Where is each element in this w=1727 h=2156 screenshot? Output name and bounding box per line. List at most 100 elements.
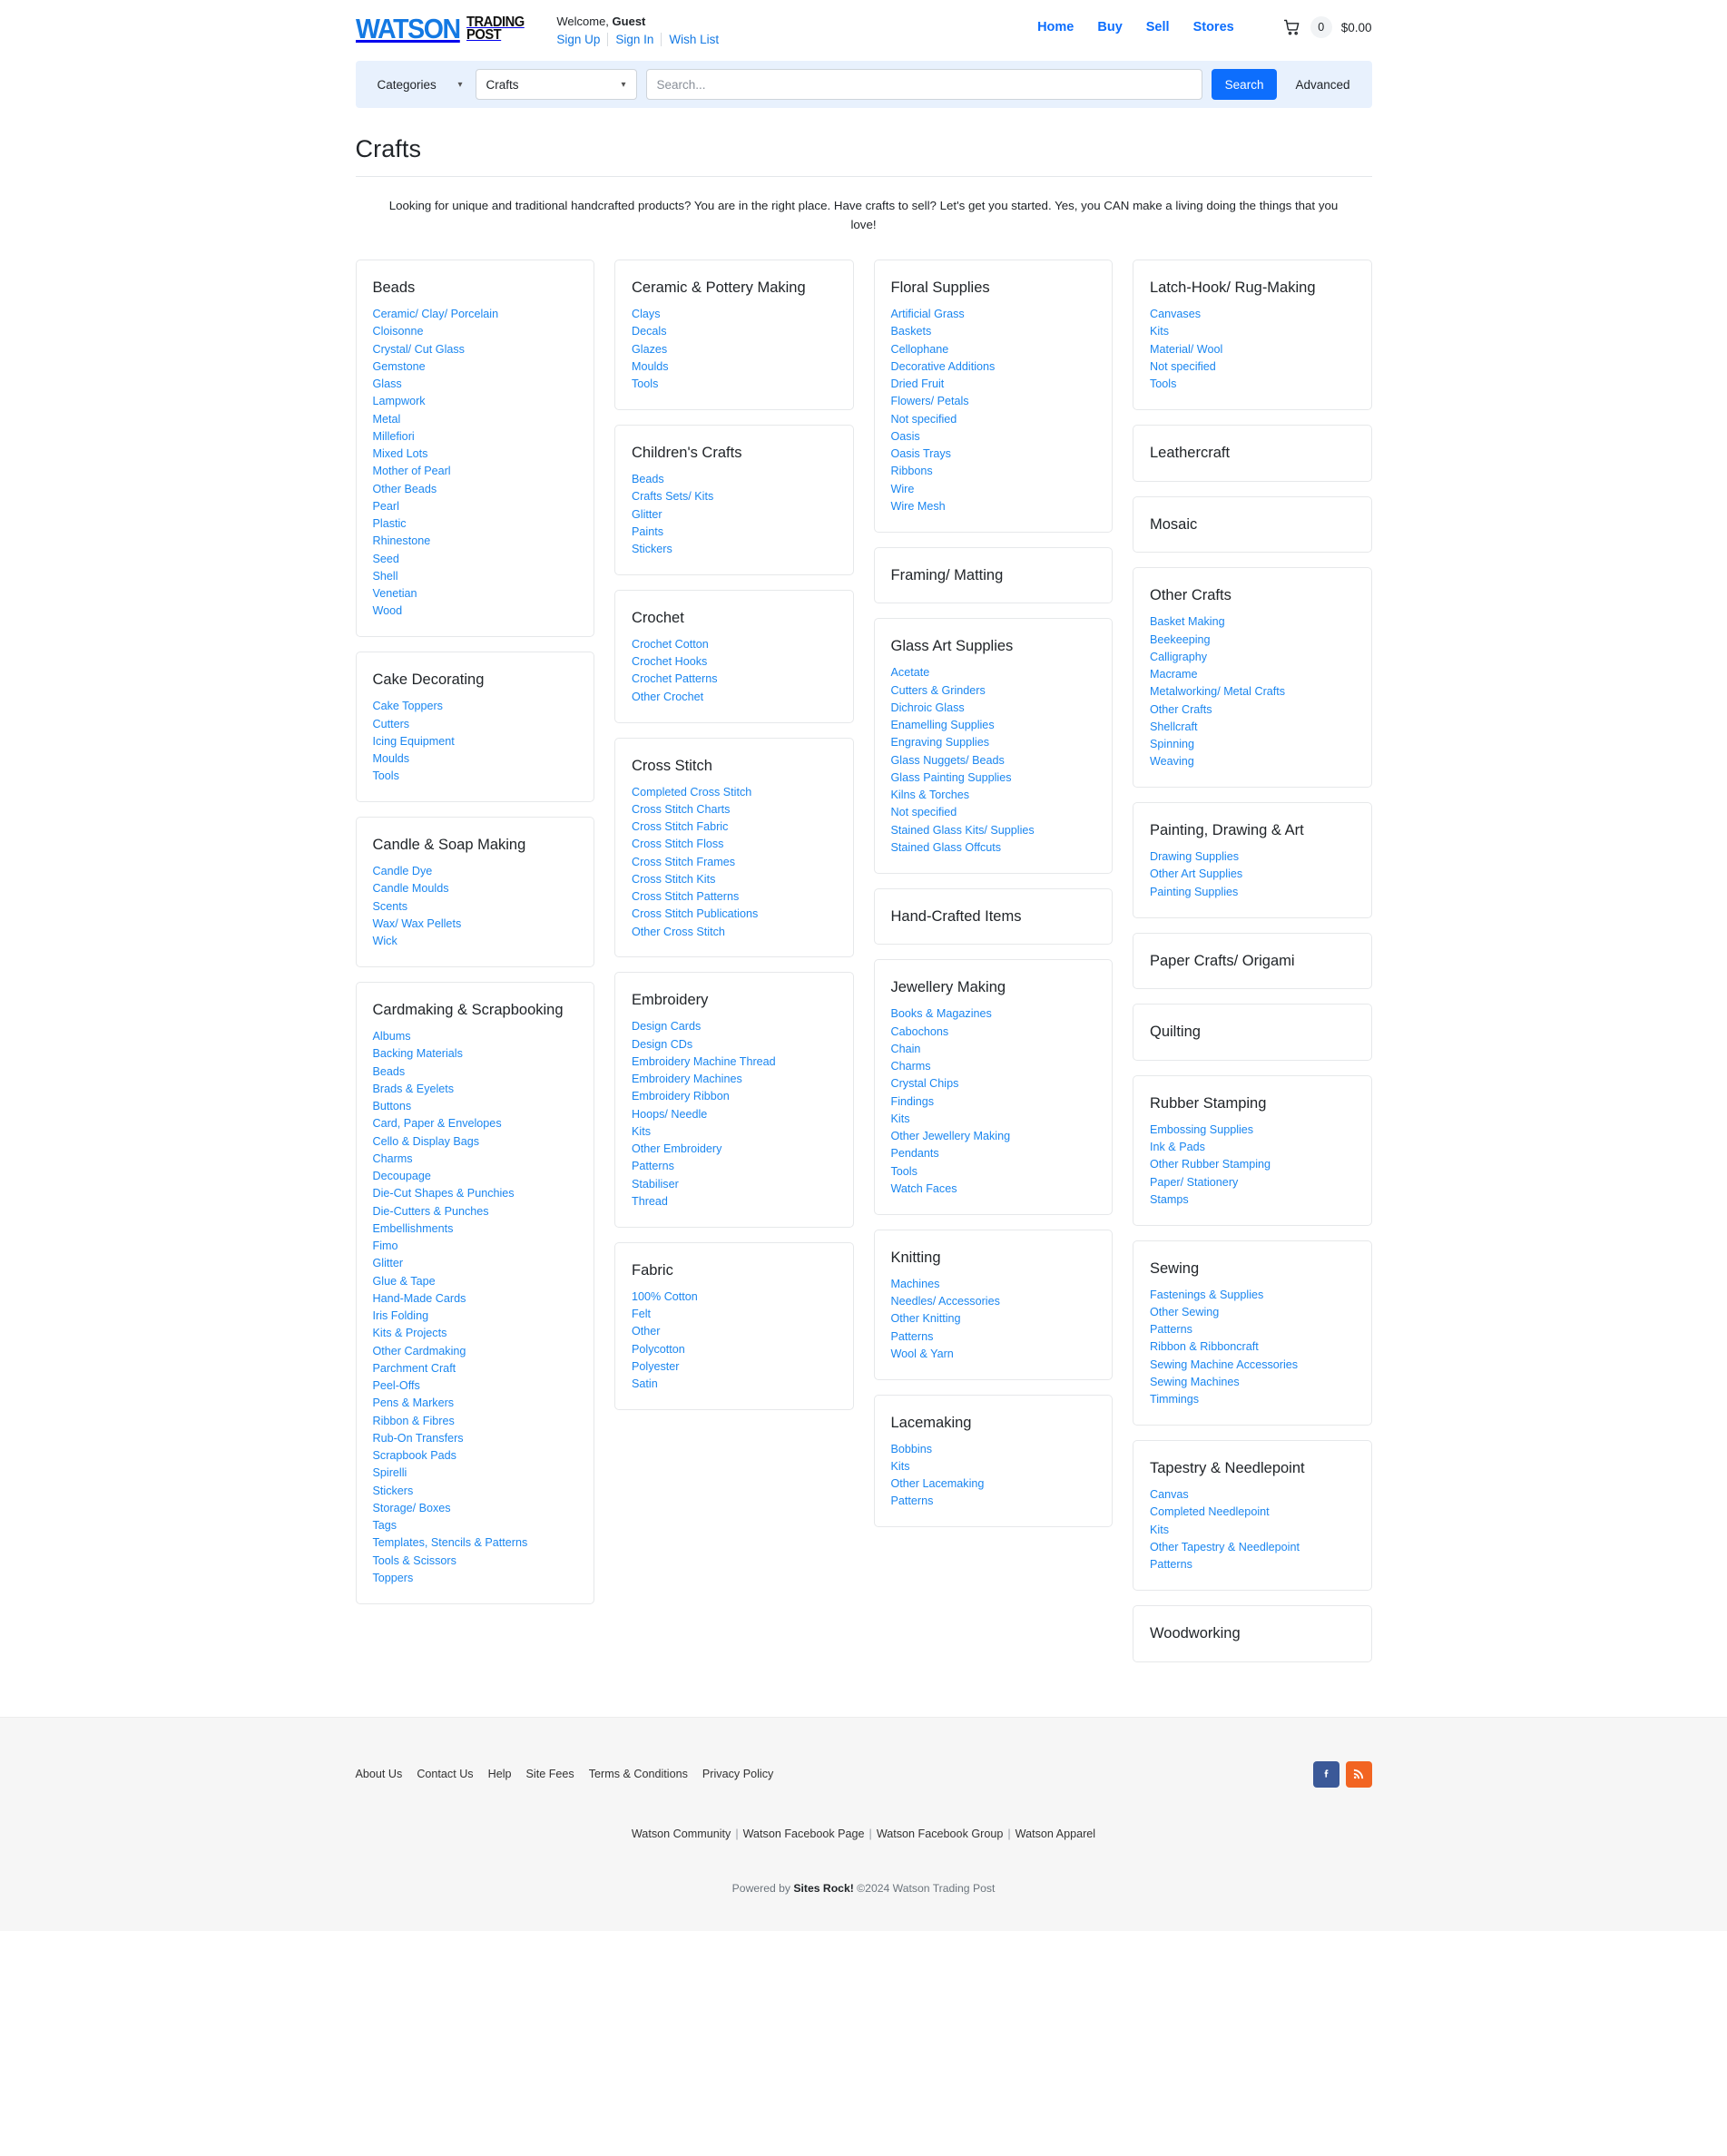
category-link[interactable]: Stabiliser: [632, 1175, 837, 1192]
category-link[interactable]: Drawing Supplies: [1150, 848, 1355, 866]
category-link[interactable]: Cross Stitch Publications: [632, 906, 837, 923]
category-link[interactable]: Cloisonne: [373, 323, 578, 340]
category-link[interactable]: Backing Materials: [373, 1045, 578, 1063]
category-link[interactable]: Cake Toppers: [373, 698, 578, 715]
category-link[interactable]: Macrame: [1150, 666, 1355, 683]
category-link[interactable]: Embellishments: [373, 1220, 578, 1237]
category-link[interactable]: Calligraphy: [1150, 648, 1355, 665]
category-link[interactable]: Glass Nuggets/ Beads: [891, 751, 1096, 769]
category-link[interactable]: Tools: [632, 376, 837, 393]
search-button[interactable]: Search: [1211, 69, 1278, 100]
category-link[interactable]: Cross Stitch Frames: [632, 853, 837, 870]
category-link[interactable]: Ribbon & Ribboncraft: [1150, 1338, 1355, 1356]
footer-community-link[interactable]: Watson Community: [632, 1828, 731, 1840]
category-link[interactable]: Beads: [632, 471, 837, 488]
category-link[interactable]: Mother of Pearl: [373, 463, 578, 480]
category-link[interactable]: Ink & Pads: [1150, 1139, 1355, 1156]
category-link[interactable]: Cello & Display Bags: [373, 1132, 578, 1150]
category-link[interactable]: Charms: [373, 1150, 578, 1167]
category-link[interactable]: Tools: [891, 1162, 1096, 1180]
category-link[interactable]: Other Knitting: [891, 1310, 1096, 1328]
footer-link[interactable]: Privacy Policy: [702, 1768, 773, 1780]
category-link[interactable]: Stamps: [1150, 1191, 1355, 1208]
category-link[interactable]: Paper/ Stationery: [1150, 1173, 1355, 1191]
category-link[interactable]: Die-Cutters & Punches: [373, 1202, 578, 1220]
category-link[interactable]: Metal: [373, 410, 578, 427]
category-link[interactable]: Sewing Machines: [1150, 1374, 1355, 1391]
category-link[interactable]: Completed Cross Stitch: [632, 783, 837, 800]
facebook-icon[interactable]: [1312, 1760, 1339, 1788]
category-link[interactable]: Findings: [891, 1093, 1096, 1110]
category-link[interactable]: Glazes: [632, 340, 837, 358]
category-link[interactable]: Candle Dye: [373, 863, 578, 880]
category-link[interactable]: Material/ Wool: [1150, 340, 1355, 358]
category-link[interactable]: Hoops/ Needle: [632, 1105, 837, 1122]
category-link[interactable]: Gemstone: [373, 358, 578, 376]
category-link[interactable]: Embossing Supplies: [1150, 1121, 1355, 1138]
category-link[interactable]: Cross Stitch Kits: [632, 870, 837, 887]
category-link[interactable]: Patterns: [1150, 1321, 1355, 1338]
category-link[interactable]: Oasis Trays: [891, 446, 1096, 463]
category-link[interactable]: Peel-Offs: [373, 1377, 578, 1395]
category-link[interactable]: Sewing Machine Accessories: [1150, 1356, 1355, 1373]
category-link[interactable]: Kits: [1150, 1521, 1355, 1538]
category-link[interactable]: Crystal/ Cut Glass: [373, 340, 578, 358]
category-link[interactable]: Cross Stitch Floss: [632, 836, 837, 853]
category-link[interactable]: Timmings: [1150, 1391, 1355, 1408]
category-link[interactable]: Pendants: [891, 1145, 1096, 1162]
category-link[interactable]: Stickers: [632, 541, 837, 558]
category-link[interactable]: Crochet Hooks: [632, 653, 837, 671]
category-link[interactable]: Rub-On Transfers: [373, 1429, 578, 1446]
category-link[interactable]: Design CDs: [632, 1035, 837, 1053]
footer-link[interactable]: Help: [488, 1768, 512, 1780]
category-link[interactable]: Glass: [373, 376, 578, 393]
category-link[interactable]: Scents: [373, 897, 578, 915]
category-link[interactable]: Shell: [373, 568, 578, 585]
category-link[interactable]: Design Cards: [632, 1018, 837, 1035]
category-link[interactable]: Patterns: [1150, 1556, 1355, 1573]
category-link[interactable]: Machines: [891, 1275, 1096, 1292]
category-link[interactable]: Shellcraft: [1150, 718, 1355, 735]
category-link[interactable]: Weaving: [1150, 753, 1355, 770]
category-link[interactable]: Beekeeping: [1150, 631, 1355, 648]
footer-community-link[interactable]: Watson Facebook Page: [743, 1828, 865, 1840]
category-link[interactable]: Chain: [891, 1041, 1096, 1058]
category-link[interactable]: Other Beads: [373, 480, 578, 497]
category-link[interactable]: Cellophane: [891, 340, 1096, 358]
category-link[interactable]: Decorative Additions: [891, 358, 1096, 376]
category-link[interactable]: Artificial Grass: [891, 306, 1096, 323]
category-link[interactable]: Engraving Supplies: [891, 734, 1096, 751]
category-link[interactable]: Other Cardmaking: [373, 1342, 578, 1359]
category-link[interactable]: Patterns: [632, 1158, 837, 1175]
category-link[interactable]: Ribbons: [891, 463, 1096, 480]
category-link[interactable]: Cross Stitch Fabric: [632, 818, 837, 836]
category-link[interactable]: Pearl: [373, 498, 578, 515]
category-link[interactable]: Other Art Supplies: [1150, 866, 1355, 883]
category-link[interactable]: Cross Stitch Patterns: [632, 888, 837, 906]
category-link[interactable]: Ribbon & Fibres: [373, 1412, 578, 1429]
category-link[interactable]: Not specified: [1150, 358, 1355, 376]
footer-link[interactable]: Terms & Conditions: [589, 1768, 688, 1780]
category-link[interactable]: Toppers: [373, 1569, 578, 1586]
category-link[interactable]: Kits: [891, 1458, 1096, 1475]
category-link[interactable]: Other: [632, 1323, 837, 1340]
category-link[interactable]: Felt: [632, 1306, 837, 1323]
category-link[interactable]: Basket Making: [1150, 613, 1355, 631]
category-link[interactable]: Hand-Made Cards: [373, 1289, 578, 1307]
nav-stores[interactable]: Stores: [1193, 20, 1234, 34]
category-link[interactable]: Templates, Stencils & Patterns: [373, 1534, 578, 1552]
category-link[interactable]: Stickers: [373, 1482, 578, 1499]
category-link[interactable]: Spinning: [1150, 736, 1355, 753]
category-link[interactable]: Other Cross Stitch: [632, 923, 837, 940]
category-link[interactable]: Beads: [373, 1063, 578, 1080]
category-link[interactable]: Satin: [632, 1376, 837, 1393]
category-link[interactable]: Kits: [632, 1123, 837, 1141]
nav-buy[interactable]: Buy: [1097, 20, 1122, 34]
category-link[interactable]: Painting Supplies: [1150, 883, 1355, 900]
category-link[interactable]: Wire: [891, 480, 1096, 497]
category-link[interactable]: Lampwork: [373, 393, 578, 410]
footer-community-link[interactable]: Watson Apparel: [1016, 1828, 1095, 1840]
category-link[interactable]: Flowers/ Petals: [891, 393, 1096, 410]
category-link[interactable]: Enamelling Supplies: [891, 717, 1096, 734]
category-link[interactable]: Candle Moulds: [373, 880, 578, 897]
